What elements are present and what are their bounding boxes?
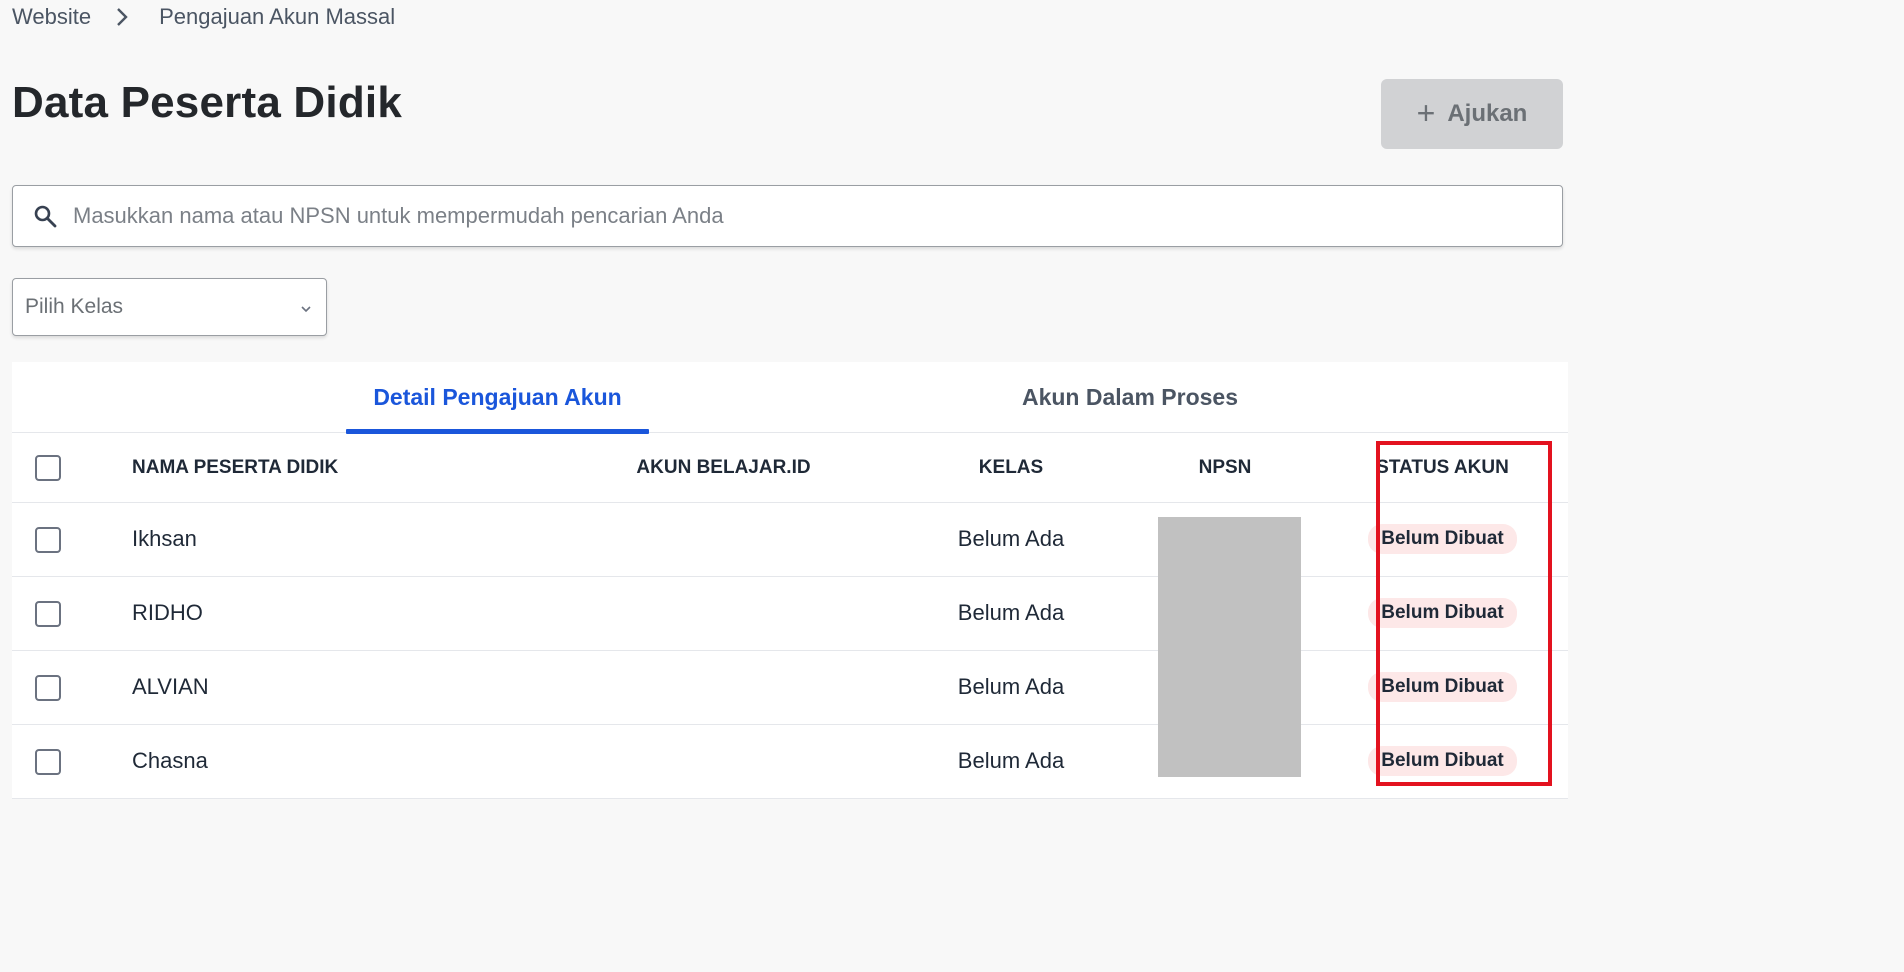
status-badge: Belum Dibuat: [1368, 672, 1517, 702]
row-select-cell: [12, 650, 132, 725]
table-header-row: NAMA PESERTA DIDIK AKUN BELAJAR.ID KELAS…: [12, 434, 1568, 503]
student-name: ALVIAN: [132, 650, 552, 725]
student-name: RIDHO: [132, 576, 552, 651]
data-card: Detail Pengajuan Akun Akun Dalam Proses …: [12, 362, 1568, 799]
npsn-redaction-block: [1158, 517, 1301, 777]
student-akun: [552, 576, 895, 651]
ajukan-button[interactable]: + Ajukan: [1381, 79, 1563, 149]
row-select-cell: [12, 576, 132, 651]
breadcrumb-website-link[interactable]: Website: [12, 4, 91, 30]
student-kelas: Belum Ada: [895, 576, 1127, 651]
page: Website Pengajuan Akun Massal Data Peser…: [0, 0, 1568, 799]
student-akun: [552, 650, 895, 725]
row-select-cell: [12, 724, 132, 799]
column-header-kelas: KELAS: [895, 434, 1127, 503]
student-kelas: Belum Ada: [895, 502, 1127, 577]
table-row: RIDHO Belum Ada Belum Dibuat: [12, 576, 1568, 651]
table-row: Chasna Belum Ada Belum Dibuat: [12, 724, 1568, 799]
status-cell: Belum Dibuat: [1323, 650, 1568, 725]
search-icon: [33, 204, 57, 228]
tab-akun-dalam-proses[interactable]: Akun Dalam Proses: [976, 362, 1284, 433]
students-table: NAMA PESERTA DIDIK AKUN BELAJAR.ID KELAS…: [12, 434, 1568, 799]
status-cell: Belum Dibuat: [1323, 724, 1568, 799]
student-kelas: Belum Ada: [895, 650, 1127, 725]
row-checkbox[interactable]: [35, 600, 61, 627]
row-checkbox[interactable]: [35, 526, 61, 553]
status-badge: Belum Dibuat: [1368, 598, 1517, 628]
table-row: ALVIAN Belum Ada Belum Dibuat: [12, 650, 1568, 725]
select-all-checkbox[interactable]: [35, 454, 61, 481]
student-akun: [552, 502, 895, 577]
search-input[interactable]: [73, 203, 1513, 229]
status-cell: Belum Dibuat: [1323, 576, 1568, 651]
column-header-status: STATUS AKUN: [1323, 434, 1568, 503]
kelas-select-placeholder: Pilih Kelas: [25, 295, 124, 318]
chevron-right-icon: [115, 7, 129, 27]
student-akun: [552, 724, 895, 799]
ajukan-label: Ajukan: [1447, 100, 1528, 127]
student-name: Ikhsan: [132, 502, 552, 577]
breadcrumb: Website Pengajuan Akun Massal: [12, 4, 395, 30]
plus-icon: +: [1416, 95, 1436, 131]
page-title: Data Peserta Didik: [12, 78, 402, 127]
column-header-npsn: NPSN: [1127, 434, 1323, 503]
student-kelas: Belum Ada: [895, 724, 1127, 799]
select-all-cell: [12, 434, 132, 503]
status-cell: Belum Dibuat: [1323, 502, 1568, 577]
breadcrumb-current: Pengajuan Akun Massal: [159, 4, 396, 29]
row-checkbox[interactable]: [35, 674, 61, 701]
status-badge: Belum Dibuat: [1368, 524, 1517, 554]
status-badge: Belum Dibuat: [1368, 746, 1517, 776]
chevron-down-icon: [300, 295, 312, 319]
row-checkbox[interactable]: [35, 748, 61, 775]
tab-bar: Detail Pengajuan Akun Akun Dalam Proses: [12, 362, 1568, 434]
search-bar: [12, 185, 1563, 247]
column-header-akun: AKUN BELAJAR.ID: [552, 434, 895, 503]
student-name: Chasna: [132, 724, 552, 799]
column-header-nama: NAMA PESERTA DIDIK: [132, 434, 552, 503]
kelas-select[interactable]: Pilih Kelas: [12, 278, 327, 336]
tab-detail-pengajuan-akun[interactable]: Detail Pengajuan Akun: [346, 362, 649, 434]
table-row: Ikhsan Belum Ada Belum Dibuat: [12, 502, 1568, 577]
row-select-cell: [12, 502, 132, 577]
